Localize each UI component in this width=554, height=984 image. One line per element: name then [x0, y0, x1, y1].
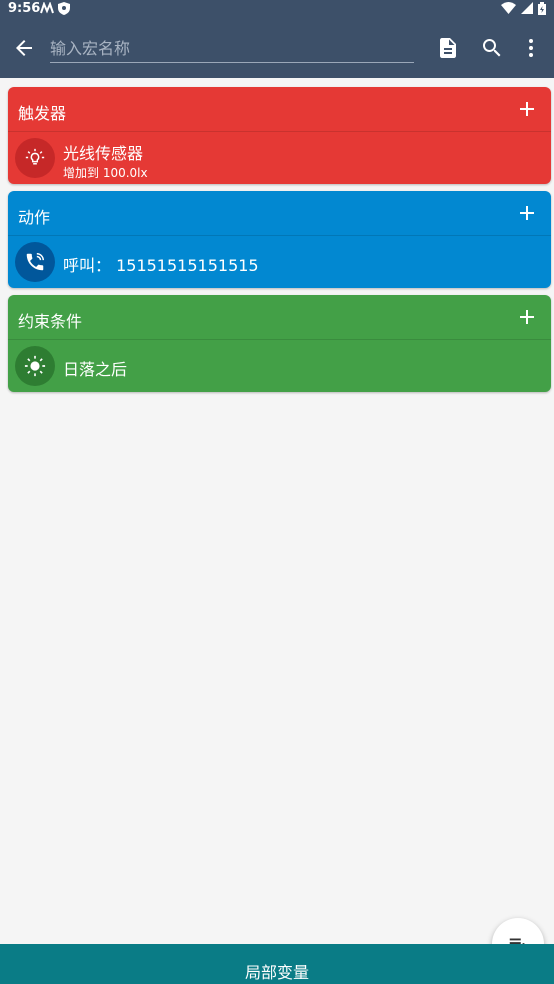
add-action-icon[interactable]	[515, 201, 539, 225]
action-item-title: 呼叫： 15151515151515	[63, 256, 259, 275]
trigger-item-subtitle: 增加到 100.0lx	[63, 166, 148, 180]
action-item-call[interactable]: 呼叫： 15151515151515	[8, 236, 551, 288]
triggers-header: 触发器	[8, 87, 551, 132]
more-vert-icon[interactable]	[519, 36, 543, 60]
phone-call-icon	[15, 242, 55, 282]
trigger-item-title: 光线传感器	[63, 144, 144, 163]
triggers-title: 触发器	[18, 104, 67, 123]
triggers-card: 触发器 光线传感器 增加到 100.0lx	[8, 87, 551, 184]
status-bar: 9:56	[0, 0, 554, 18]
constraints-header: 约束条件	[8, 295, 551, 340]
document-icon[interactable]	[436, 36, 460, 60]
shield-icon	[58, 2, 70, 15]
app-bar	[0, 18, 554, 78]
constraint-item-title: 日落之后	[63, 360, 128, 379]
lightbulb-icon	[15, 138, 55, 178]
search-icon[interactable]	[480, 36, 504, 60]
macro-name-input[interactable]	[50, 34, 414, 63]
local-variables-label: 局部变量	[244, 963, 309, 982]
status-time: 9:56	[8, 1, 41, 16]
battery-icon	[538, 2, 546, 15]
constraints-card: 约束条件 日落之后	[8, 295, 551, 392]
actions-card: 动作 呼叫： 15151515151515	[8, 191, 551, 288]
add-trigger-icon[interactable]	[515, 97, 539, 121]
wifi-icon	[501, 2, 516, 14]
sun-icon	[15, 346, 55, 386]
trigger-item-light-sensor[interactable]: 光线传感器 增加到 100.0lx	[8, 132, 551, 184]
local-variables-bar[interactable]: 局部变量	[0, 944, 554, 984]
constraint-item-after-sunset[interactable]: 日落之后	[8, 340, 551, 392]
notification-m-icon	[40, 2, 54, 14]
back-arrow-icon[interactable]	[12, 36, 36, 60]
signal-icon	[521, 2, 533, 14]
add-constraint-icon[interactable]	[515, 305, 539, 329]
actions-title: 动作	[18, 208, 51, 227]
constraints-title: 约束条件	[18, 312, 83, 331]
actions-header: 动作	[8, 191, 551, 236]
